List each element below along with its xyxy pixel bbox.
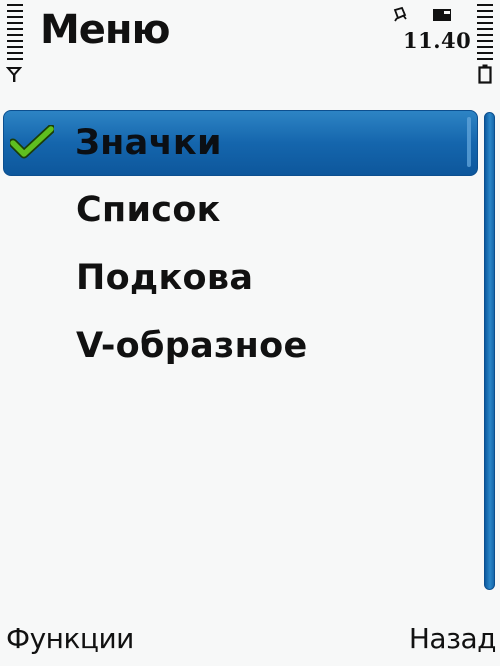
list-item-label: Значки xyxy=(75,123,222,163)
menu-list: Значки Список Подкова V-образное xyxy=(0,110,480,380)
antenna-icon xyxy=(6,67,22,82)
checkmark-icon xyxy=(10,125,54,159)
scrollbar[interactable] xyxy=(484,112,495,590)
list-item-selected[interactable]: Значки xyxy=(3,110,478,176)
clock: 11.40 xyxy=(403,28,472,53)
list-item-label: Подкова xyxy=(76,258,254,298)
list-item[interactable]: Подкова xyxy=(0,244,480,312)
battery-icon xyxy=(478,64,492,84)
page-title: Меню xyxy=(40,7,170,53)
list-item-label: V-образное xyxy=(76,326,308,366)
highlight-sheen xyxy=(467,117,471,167)
sim-card-icon xyxy=(433,9,451,21)
list-item-label: Список xyxy=(76,190,221,230)
battery-level-icon xyxy=(477,4,493,64)
back-softkey[interactable]: Назад xyxy=(409,619,497,659)
list-item[interactable]: V-образное xyxy=(0,312,480,380)
list-item[interactable]: Список xyxy=(0,176,480,244)
alarm-icon xyxy=(393,6,407,22)
signal-strength-icon xyxy=(7,4,23,64)
options-softkey[interactable]: Функции xyxy=(6,619,134,659)
